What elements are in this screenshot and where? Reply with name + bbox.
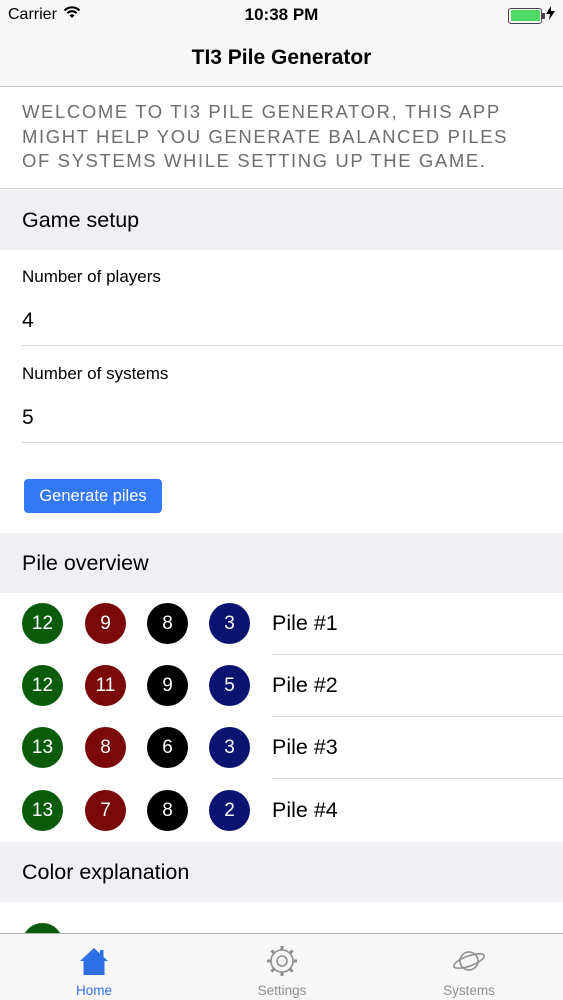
blue-count-badge: 2 (209, 790, 250, 831)
section-header-color-explanation: Color explanation (0, 842, 563, 902)
pile-label: Pile #2 (272, 673, 338, 697)
status-time: 10:38 PM (244, 5, 319, 24)
status-right (508, 6, 555, 25)
tab-systems[interactable]: Systems (375, 934, 563, 1000)
blue-count-badge: 3 (209, 603, 250, 644)
players-field[interactable]: Number of players 4 (0, 250, 563, 346)
systems-input[interactable]: 5 (22, 406, 34, 430)
green-count-badge: 13 (22, 790, 63, 831)
red-count-badge: 11 (85, 665, 126, 706)
tab-systems-label: Systems (443, 983, 495, 998)
red-count-badge: 9 (85, 603, 126, 644)
home-icon (77, 944, 111, 978)
green-count-badge: 12 (22, 603, 63, 644)
battery-icon (508, 7, 545, 24)
page-title: TI3 Pile Generator (191, 46, 372, 69)
section-header-game-setup: Game setup (0, 190, 563, 250)
black-count-badge: 9 (147, 665, 188, 706)
pile-row[interactable]: 12 9 8 3 Pile #1 (0, 593, 563, 655)
black-count-badge: 8 (147, 790, 188, 831)
divider (22, 442, 563, 443)
pile-row[interactable]: 13 8 6 3 Pile #3 (0, 717, 563, 779)
tab-home[interactable]: Home (0, 934, 188, 1000)
navigation-bar: TI3 Pile Generator (0, 30, 563, 87)
pile-label: Pile #4 (272, 798, 338, 822)
red-count-badge: 7 (85, 790, 126, 831)
blue-count-badge: 5 (209, 665, 250, 706)
tab-home-label: Home (75, 983, 112, 998)
welcome-text: WELCOME TO TI3 PILE GENERATOR, THIS APP … (0, 88, 563, 189)
status-bar: Carrier 10:38 PM (0, 0, 563, 30)
pile-row[interactable]: 12 11 9 5 Pile #2 (0, 655, 563, 717)
green-count-badge: 13 (22, 727, 63, 768)
players-input[interactable]: 4 (22, 309, 34, 333)
red-count-badge: 8 (85, 727, 126, 768)
charging-icon (546, 6, 555, 25)
divider (272, 778, 563, 779)
pile-label: Pile #3 (272, 735, 338, 759)
gear-icon (265, 944, 299, 978)
pile-row[interactable]: 13 7 8 2 Pile #4 (0, 780, 563, 842)
tab-bar: Home Settings Systems (0, 933, 563, 1000)
black-count-badge: 8 (147, 603, 188, 644)
tab-settings-label: Settings (257, 983, 307, 998)
players-label: Number of players (22, 267, 161, 286)
systems-label: Number of systems (22, 364, 169, 383)
tab-settings[interactable]: Settings (188, 934, 376, 1000)
section-header-pile-overview: Pile overview (0, 533, 563, 593)
planet-icon (452, 944, 486, 978)
green-count-badge: 12 (22, 665, 63, 706)
blue-count-badge: 3 (209, 727, 250, 768)
black-count-badge: 6 (147, 727, 188, 768)
generate-piles-button[interactable]: Generate piles (24, 479, 162, 513)
pile-label: Pile #1 (272, 611, 338, 635)
systems-field[interactable]: Number of systems 5 (0, 346, 563, 443)
